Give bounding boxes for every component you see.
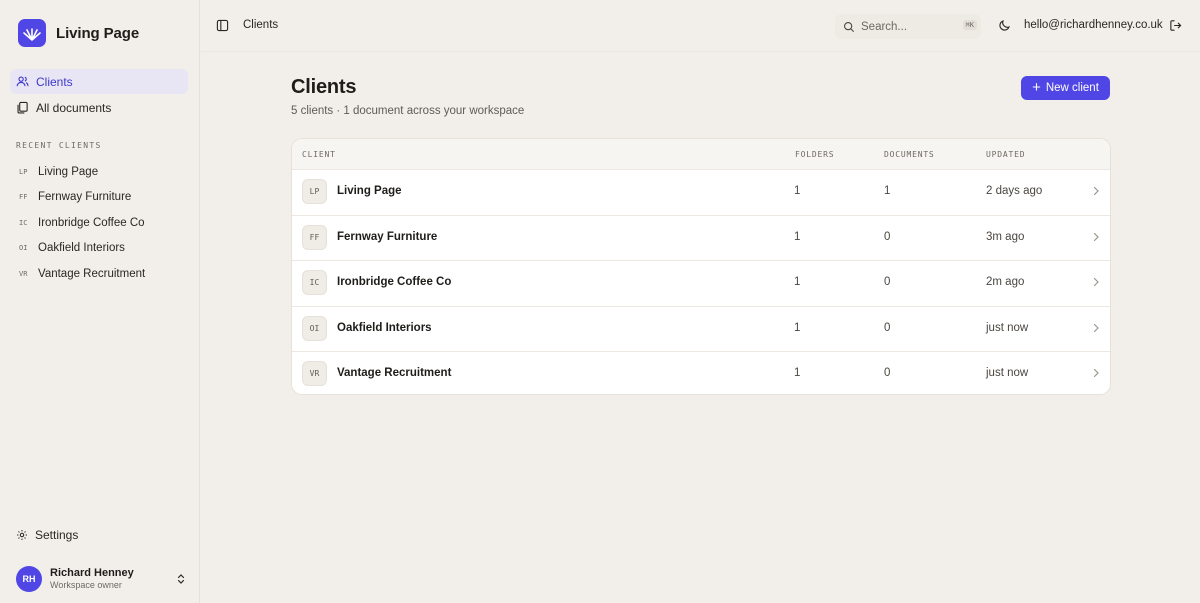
chevron-right-icon: [1093, 232, 1099, 241]
recent-client-name: Fernway Furniture: [38, 191, 132, 204]
client-name: Ironbridge Coffee Co: [337, 276, 452, 288]
search-icon: [843, 21, 855, 32]
clients-table: CLIENT FOLDERS DOCUMENTS UPDATED LP Livi…: [291, 138, 1111, 395]
client-abbr: LP: [19, 167, 28, 176]
top-bar: Clients ⌘K hello@richardhenney.co.uk: [201, 0, 1200, 52]
user-menu[interactable]: RH Richard Henney Workspace owner: [16, 566, 186, 592]
client-badge: IC: [302, 270, 327, 295]
recent-client-item[interactable]: IC Ironbridge Coffee Co: [10, 210, 188, 236]
folders-count: 1: [794, 230, 801, 243]
folders-count: 1: [794, 185, 801, 197]
recent-client-name: Vantage Recruitment: [38, 267, 146, 280]
search-shortcut: ⌘K: [962, 20, 977, 30]
users-icon: [16, 76, 29, 87]
plus-icon: +: [1032, 79, 1041, 96]
recent-client-item[interactable]: FF Fernway Furniture: [10, 185, 188, 211]
updated-time: just now: [986, 321, 1029, 334]
client-badge: LP: [302, 179, 327, 204]
folders-count: 1: [794, 276, 801, 288]
documents-count: 0: [884, 230, 891, 243]
brand[interactable]: Living Page: [18, 19, 139, 47]
chevron-right-icon: [1093, 277, 1099, 287]
client-name: Oakfield Interiors: [337, 321, 432, 334]
client-badge: FF: [302, 224, 327, 250]
search-input[interactable]: [861, 20, 951, 33]
documents-count: 0: [884, 321, 891, 334]
chevron-right-icon: [1093, 368, 1099, 378]
recent-client-item[interactable]: LP Living Page: [10, 159, 188, 185]
client-abbr: IC: [19, 218, 28, 227]
updated-time: 2 days ago: [986, 185, 1043, 197]
recent-clients-list: LP Living Page FF Fernway Furniture IC I…: [10, 159, 188, 287]
sidebar-item-all-documents[interactable]: All documents: [10, 95, 188, 120]
column-header-updated[interactable]: UPDATED: [986, 150, 1025, 159]
breadcrumb: Clients: [243, 19, 279, 31]
table-row[interactable]: IC Ironbridge Coffee Co 1 0 2m ago: [292, 261, 1110, 307]
sidebar-item-label: All documents: [36, 100, 112, 115]
client-abbr: VR: [19, 269, 28, 278]
brand-name: Living Page: [56, 24, 140, 42]
sidebar-nav: Clients All documents: [10, 69, 188, 121]
documents-count: 0: [884, 276, 891, 288]
recent-clients-heading: RECENT CLIENTS: [16, 141, 102, 150]
moon-icon[interactable]: [998, 19, 1011, 32]
settings-label: Settings: [35, 528, 79, 542]
search-box[interactable]: ⌘K: [835, 14, 981, 39]
gear-icon: [17, 530, 27, 540]
table-row[interactable]: FF Fernway Furniture 1 0 3m ago: [292, 215, 1110, 261]
sidebar-toggle-icon[interactable]: [216, 19, 229, 32]
column-header-client[interactable]: CLIENT: [302, 150, 336, 159]
chevron-right-icon: [1093, 186, 1099, 196]
table-row[interactable]: LP Living Page 1 1 2 days ago: [292, 170, 1110, 216]
recent-client-item[interactable]: OI Oakfield Interiors: [10, 236, 188, 262]
client-name: Vantage Recruitment: [337, 367, 452, 379]
updated-time: just now: [986, 367, 1029, 379]
client-abbr: OI: [19, 244, 28, 253]
recent-client-name: Oakfield Interiors: [38, 242, 125, 255]
user-email: hello@richardhenney.co.uk: [1024, 19, 1163, 31]
new-client-button[interactable]: + New client: [1021, 76, 1110, 100]
chevron-up-down-icon[interactable]: [176, 573, 186, 585]
sidebar: Living Page Clients All documents RECENT…: [0, 0, 200, 603]
updated-time: 2m ago: [986, 276, 1025, 288]
settings-link[interactable]: Settings: [16, 528, 78, 542]
table-header: CLIENT FOLDERS DOCUMENTS UPDATED: [292, 139, 1110, 170]
client-badge: OI: [302, 315, 327, 341]
sidebar-item-clients[interactable]: Clients: [10, 69, 188, 94]
column-header-folders[interactable]: FOLDERS: [795, 150, 834, 159]
table-row[interactable]: VR Vantage Recruitment 1 0 just now: [292, 352, 1110, 394]
documents-icon: [17, 101, 28, 114]
client-abbr: FF: [19, 193, 28, 202]
column-header-documents[interactable]: DOCUMENTS: [884, 150, 935, 159]
logout-icon[interactable]: [1169, 19, 1182, 32]
documents-count: 1: [884, 185, 891, 197]
sidebar-item-label: Clients: [36, 74, 73, 89]
user-name: Richard Henney: [50, 567, 134, 579]
chevron-right-icon: [1093, 323, 1099, 332]
folders-count: 1: [794, 367, 801, 379]
client-name: Fernway Furniture: [337, 230, 438, 243]
brand-logo-icon: [18, 19, 46, 47]
documents-count: 0: [884, 367, 891, 379]
recent-client-name: Living Page: [38, 165, 99, 178]
client-name: Living Page: [337, 185, 402, 197]
avatar: RH: [16, 566, 42, 592]
updated-time: 3m ago: [986, 230, 1025, 243]
folders-count: 1: [794, 321, 801, 334]
recent-client-name: Ironbridge Coffee Co: [38, 216, 145, 229]
new-client-label: New client: [1045, 82, 1099, 94]
user-role: Workspace owner: [50, 580, 122, 591]
client-badge: VR: [302, 361, 327, 386]
page-title: Clients: [291, 76, 357, 98]
page-subtitle: 5 clients · 1 document across your works…: [291, 105, 525, 117]
recent-client-item[interactable]: VR Vantage Recruitment: [10, 261, 188, 287]
table-row[interactable]: OI Oakfield Interiors 1 0 just now: [292, 306, 1110, 352]
